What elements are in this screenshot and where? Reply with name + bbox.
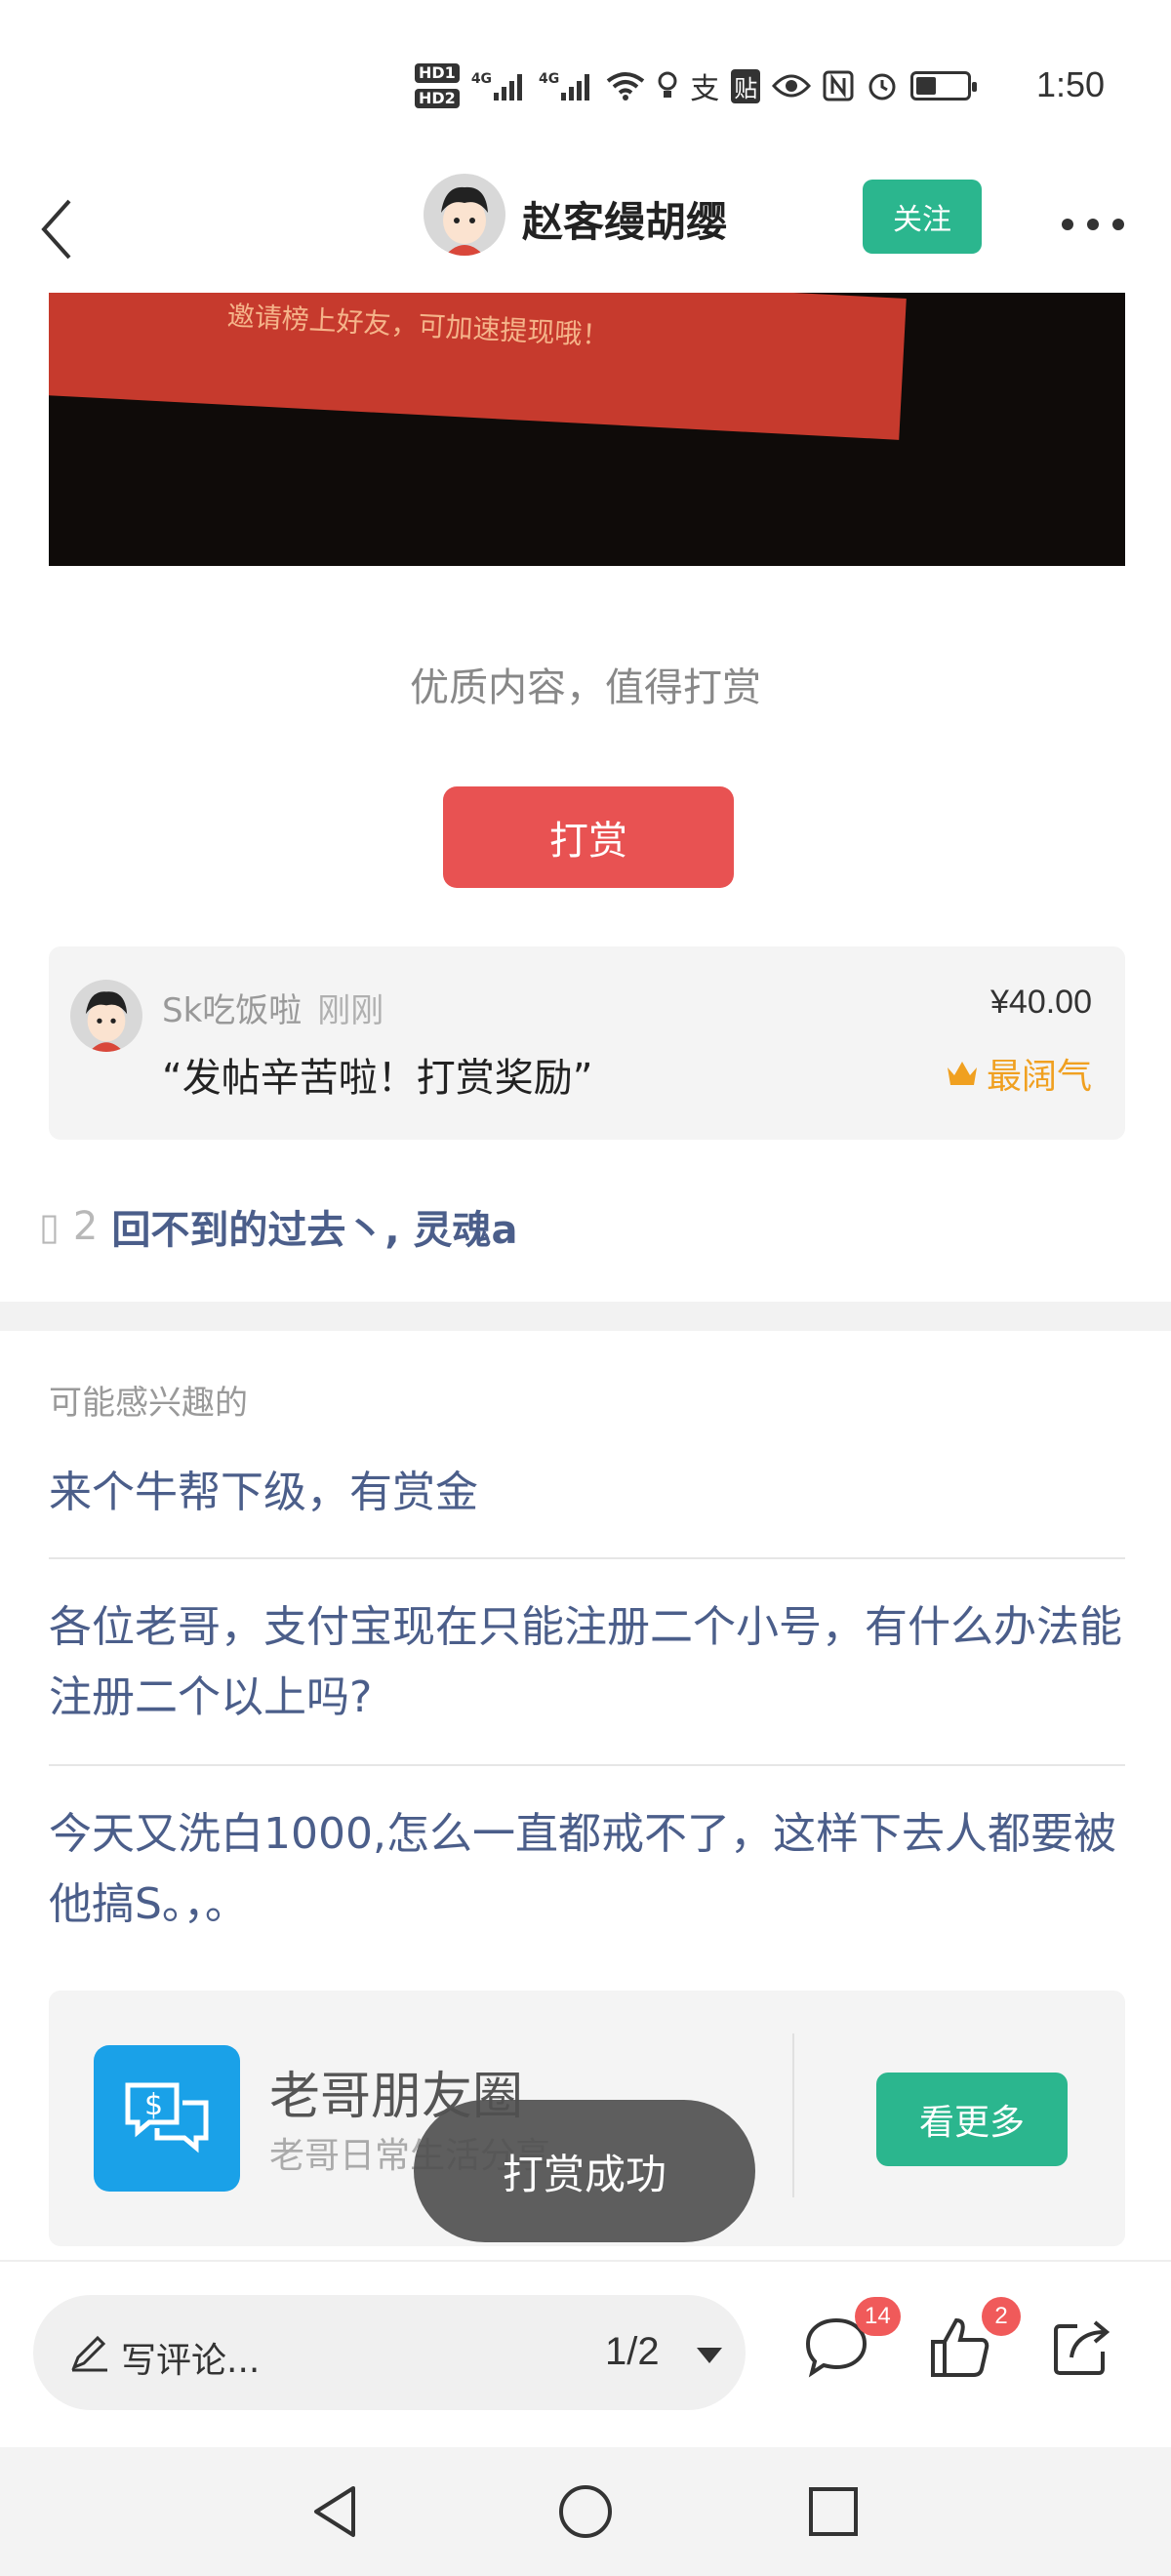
pen-icon bbox=[71, 2335, 107, 2372]
comment-input[interactable]: 写评论... 1/2 bbox=[33, 2295, 746, 2410]
reward-record-card: Sk吃饭啦 刚刚 ¥40.00 “发帖辛苦啦！打赏奖励” 最阔气 bbox=[49, 946, 1125, 1140]
nfc-icon bbox=[823, 70, 854, 101]
reply-icon: ▯ bbox=[39, 1205, 60, 1248]
post-image[interactable]: 邀请榜上好友，可加速提现哦！ bbox=[49, 293, 1125, 566]
toast-message: 打赏成功 bbox=[414, 2100, 755, 2242]
related-item[interactable]: 来个牛帮下级，有赏金 bbox=[49, 1458, 1125, 1528]
system-navigation-bar bbox=[0, 2447, 1171, 2576]
alipay-icon: 支 bbox=[690, 72, 720, 106]
related-section-title: 可能感兴趣的 bbox=[49, 1384, 248, 1423]
divider bbox=[792, 2033, 794, 2197]
nav-back-icon[interactable] bbox=[304, 2480, 367, 2543]
see-more-button[interactable]: 看更多 bbox=[876, 2073, 1068, 2166]
related-item[interactable]: 各位老哥，支付宝现在只能注册二个小号，有什么办法能注册二个以上吗? bbox=[49, 1592, 1125, 1733]
wifi-icon bbox=[607, 72, 645, 101]
bulb-icon bbox=[658, 71, 677, 98]
avatar-cartoon-icon bbox=[70, 980, 142, 1052]
back-button[interactable] bbox=[27, 185, 86, 273]
reward-badge: 最阔气 bbox=[946, 1048, 1092, 1099]
reward-badge-label: 最阔气 bbox=[986, 1057, 1092, 1097]
clock: 1:50 bbox=[1036, 64, 1106, 104]
group-icon: $ bbox=[94, 2045, 240, 2192]
divider bbox=[49, 1557, 1125, 1559]
signal-icon-2: 4G bbox=[539, 71, 594, 101]
reward-time: 刚刚 bbox=[317, 991, 384, 1030]
reward-button[interactable]: 打赏 bbox=[443, 786, 734, 888]
post-header: 赵客缦胡缨 关注 bbox=[0, 166, 1171, 293]
related-item[interactable]: 今天又洗白1000,怎么一直都戒不了，这样下去人都要被他搞S。，。 bbox=[49, 1799, 1125, 1940]
share-icon[interactable] bbox=[1048, 2313, 1116, 2381]
bottom-action-bar: 写评论... 1/2 14 2 bbox=[0, 2260, 1171, 2447]
author-name[interactable]: 赵客缦胡缨 bbox=[522, 189, 727, 249]
comment-count-badge: 14 bbox=[855, 2297, 901, 2336]
caret-down-icon[interactable] bbox=[695, 2344, 724, 2367]
section-divider bbox=[0, 1302, 1171, 1331]
reply-count: 2 bbox=[72, 1204, 99, 1249]
eye-icon bbox=[772, 74, 812, 98]
reward-amount: ¥40.00 bbox=[990, 984, 1092, 1021]
svg-text:$: $ bbox=[144, 2088, 163, 2122]
rewarder-name-line: Sk吃饭啦 刚刚 bbox=[162, 984, 384, 1031]
reward-prompt: 优质内容，值得打赏 bbox=[410, 665, 761, 710]
chat-money-icon: $ bbox=[125, 2082, 209, 2153]
page-indicator[interactable]: 1/2 bbox=[605, 2330, 660, 2374]
divider bbox=[49, 1764, 1125, 1766]
chevron-left-icon bbox=[41, 199, 71, 260]
dot-icon bbox=[1112, 219, 1124, 230]
rewarder-avatar[interactable] bbox=[70, 980, 142, 1052]
rewarder-name[interactable]: Sk吃饭啦 bbox=[162, 991, 302, 1030]
like-count-badge: 2 bbox=[982, 2297, 1021, 2336]
network-type-2: 4G bbox=[539, 71, 560, 87]
dot-icon bbox=[1062, 219, 1073, 230]
network-type-1: 4G bbox=[470, 71, 493, 87]
avatar-cartoon-icon bbox=[424, 174, 505, 256]
hd1-label: HD1 bbox=[415, 63, 460, 83]
follow-button[interactable]: 关注 bbox=[863, 180, 982, 254]
dot-icon bbox=[1087, 219, 1099, 230]
nav-recents-icon[interactable] bbox=[802, 2480, 865, 2543]
status-icons: HD1 HD2 4G 4G 支 贴 bbox=[415, 57, 978, 115]
author-avatar[interactable] bbox=[424, 174, 505, 256]
comment-placeholder: 写评论... bbox=[121, 2341, 261, 2381]
status-bar: HD1 HD2 4G 4G 支 贴 1:50 bbox=[0, 0, 1171, 166]
tieba-icon: 贴 bbox=[731, 68, 761, 103]
alarm-icon bbox=[868, 73, 896, 101]
more-options-button[interactable] bbox=[1062, 195, 1124, 254]
reply-summary[interactable]: ▯ 2 回不到的过去丶, 灵魂a bbox=[39, 1198, 518, 1255]
hd2-label: HD2 bbox=[415, 89, 460, 108]
reward-message: “发帖辛苦啦！打赏奖励” bbox=[162, 1056, 593, 1101]
signal-icon: 4G bbox=[471, 71, 527, 101]
hd-indicator: HD1 HD2 bbox=[415, 63, 460, 108]
battery-icon bbox=[910, 71, 978, 101]
nav-home-icon[interactable] bbox=[554, 2480, 617, 2543]
crown-icon bbox=[947, 1062, 977, 1085]
reply-users[interactable]: 回不到的过去丶, 灵魂a bbox=[111, 1198, 517, 1255]
